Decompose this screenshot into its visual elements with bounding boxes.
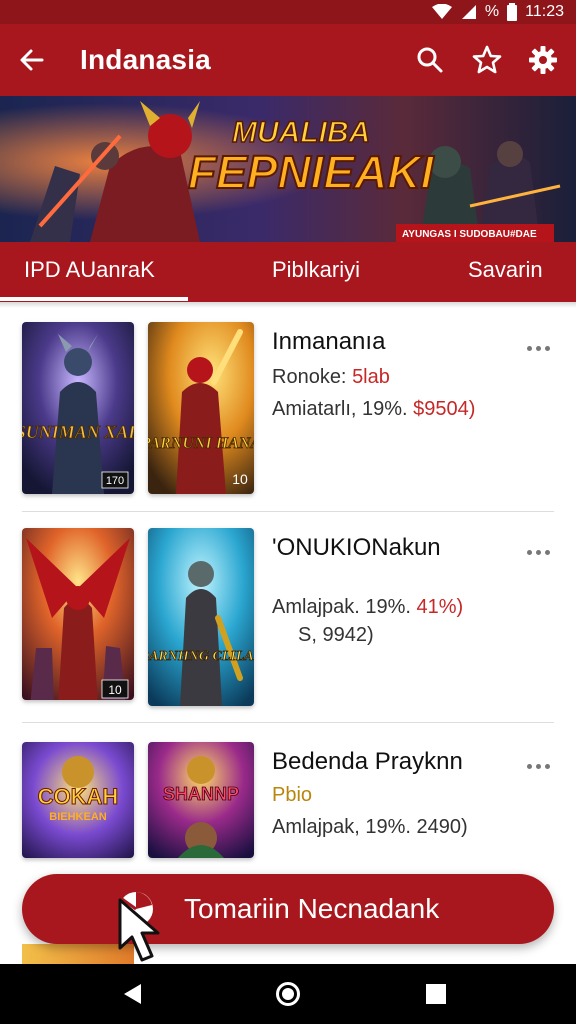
status-time: 11:23: [525, 3, 564, 20]
cover-badge: 10: [232, 471, 248, 487]
cover-art[interactable]: 10: [22, 528, 134, 700]
page-title: Indanasia: [80, 44, 211, 75]
primary-action-label: Tomariin Necnadank: [184, 893, 440, 924]
list-item[interactable]: SUNIMAN XAK 170 PARNUNI HANA 10 Inmananı…: [0, 322, 576, 522]
tab-ipd-auanrak[interactable]: IPD AUanraK: [24, 242, 155, 298]
search-icon: [417, 47, 443, 73]
item-title: 'ONUKIONakun: [272, 534, 441, 561]
cover-title: SHANNP: [163, 784, 239, 804]
system-nav-bar: [0, 964, 576, 1024]
cover-title: DARNHNG CLILAE: [148, 649, 254, 664]
cover-art[interactable]: SHANNP: [148, 742, 254, 858]
wifi-icon: [431, 4, 452, 19]
item-extra: S, 9942): [298, 624, 374, 646]
cover-subtitle: BIEHKEAN: [49, 811, 107, 823]
recents-square-icon: [426, 984, 446, 1004]
tab-label: IPD AUanraK: [24, 257, 155, 282]
more-options-button[interactable]: [516, 538, 560, 566]
list-item[interactable]: 10 DARNHNG CLILAE 'ONUKIONakun Amlajpak.…: [0, 528, 576, 728]
status-icons: % 11:23: [431, 2, 564, 22]
gear-icon: [529, 46, 557, 74]
back-button[interactable]: [12, 40, 52, 80]
subtitle-label: Ronoke:: [272, 366, 353, 388]
settings-button[interactable]: [523, 40, 563, 80]
mouse-cursor-icon: [118, 898, 160, 962]
cover-badge: 170: [106, 475, 124, 487]
item-title: Inmananıa: [272, 328, 386, 355]
item-title: Bedenda Prayknn: [272, 748, 463, 775]
banner-title-line1: MUALIBA: [232, 116, 370, 149]
search-button[interactable]: [410, 40, 450, 80]
cover-title: PARNUNI HANA: [148, 435, 254, 452]
item-subtitle: Ronoke: 5lab: [272, 366, 390, 389]
item-subtitle: Pbio: [272, 784, 313, 806]
star-icon: [472, 45, 502, 74]
battery-icon: [507, 3, 518, 21]
favorite-button[interactable]: [467, 40, 507, 80]
active-tab-indicator: [0, 297, 188, 301]
battery-percent: %: [484, 3, 500, 20]
tab-label: Savarin: [468, 257, 543, 282]
tab-piblkariyi[interactable]: Piblkariyi: [272, 242, 360, 298]
signal-icon: [461, 5, 476, 19]
status-bar: % 11:23: [0, 0, 576, 24]
more-options-button[interactable]: [516, 752, 560, 780]
details-price: 41%): [416, 596, 464, 618]
cover-title: COKAH: [38, 784, 119, 809]
tab-bar: IPD AUanraK Piblkariyi Savarin: [0, 242, 576, 302]
details-price: $9504): [413, 398, 476, 420]
cover-art[interactable]: COKAH BIEHKEAN: [22, 742, 134, 858]
banner-tag: AYUNGAS I SUDOBAU#DAE: [402, 229, 537, 240]
details-label: Amiatarlı, 19%.: [272, 398, 414, 420]
cover-title: SUNIMAN XAK: [22, 422, 134, 442]
banner-artwork: MUALIBA FEPNIEAKI AYUNGAS I SUDOBAU#DAE: [0, 96, 576, 242]
cover-art[interactable]: DARNHNG CLILAE: [148, 528, 254, 706]
cover-badge: 10: [108, 683, 122, 697]
home-circle-icon: [276, 982, 300, 1006]
more-options-button[interactable]: [516, 334, 560, 362]
item-details: Amiatarlı, 19%. $9504): [272, 398, 475, 421]
tabs-shadow: [0, 302, 576, 308]
arrow-left-icon: [20, 49, 44, 71]
app-bar: Indanasia: [0, 24, 576, 96]
tab-label: Piblkariyi: [272, 257, 361, 282]
divider: [22, 722, 554, 723]
item-details: Amlajpak. 19%. 41%): [272, 596, 463, 619]
banner-title-line2: FEPNIEAKI: [188, 146, 435, 198]
item-details: Amlajpak, 19%. 2490): [272, 816, 468, 838]
primary-action-button[interactable]: Tomariin Necnadank: [22, 874, 554, 944]
subtitle-price: 5lab: [352, 366, 390, 388]
nav-home-button[interactable]: [266, 974, 310, 1014]
nav-back-button[interactable]: [110, 974, 154, 1014]
divider: [22, 511, 554, 512]
cover-art[interactable]: PARNUNI HANA 10: [148, 322, 254, 494]
nav-recents-button[interactable]: [414, 974, 458, 1014]
back-triangle-icon: [124, 984, 141, 1004]
details-label: Amlajpak. 19%.: [272, 596, 417, 618]
promo-banner[interactable]: MUALIBA FEPNIEAKI AYUNGAS I SUDOBAU#DAE: [0, 96, 576, 242]
cover-art[interactable]: SUNIMAN XAK 170: [22, 322, 134, 494]
tab-savarin[interactable]: Savarin: [468, 242, 543, 298]
